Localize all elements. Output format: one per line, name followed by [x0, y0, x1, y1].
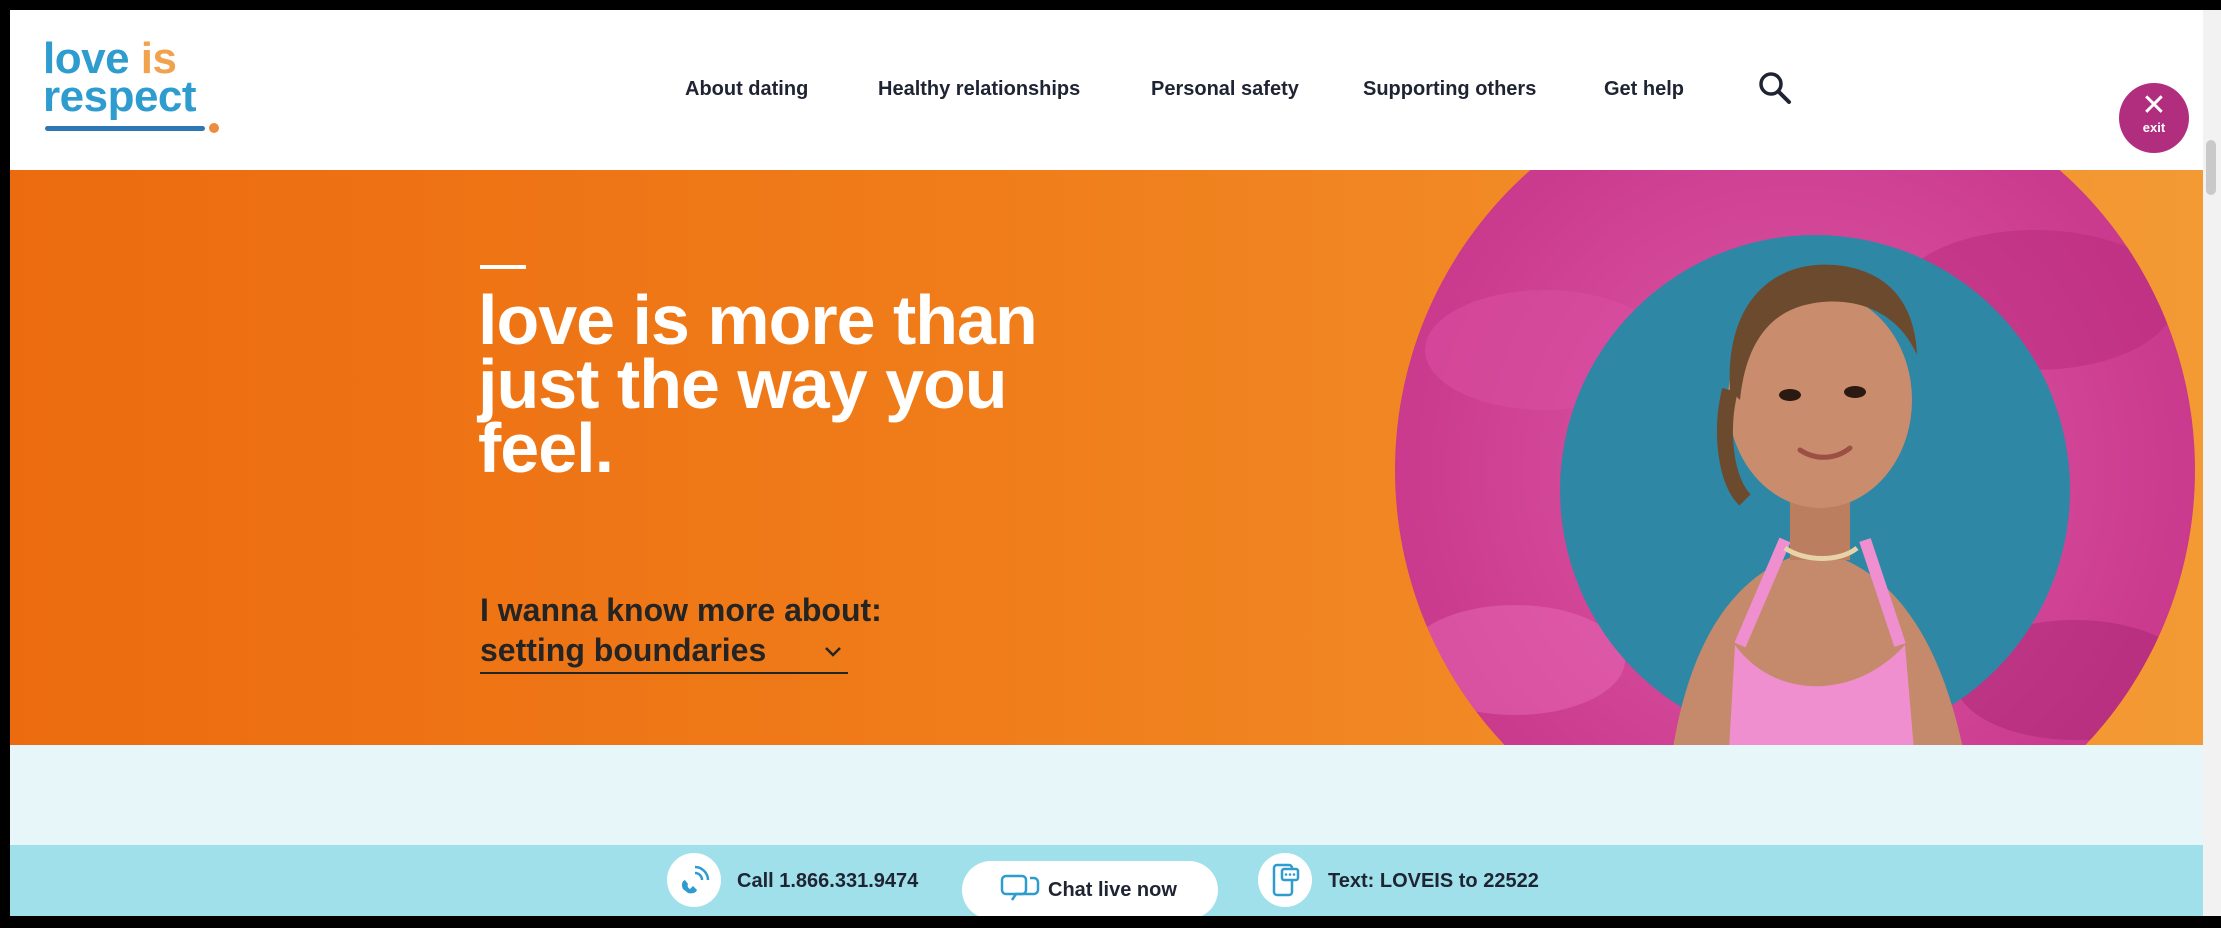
exit-label: exit	[2142, 120, 2166, 135]
nav-personal-safety[interactable]: Personal safety	[1151, 74, 1299, 104]
call-label: Call 1.866.331.9474	[737, 870, 919, 892]
nav-get-help[interactable]: Get help	[1604, 74, 1684, 104]
scrollbar-thumb[interactable]	[2206, 140, 2216, 195]
main-nav: About dating Healthy relationships Perso…	[0, 74, 2221, 104]
nav-healthy-relationships[interactable]: Healthy relationships	[878, 74, 1080, 104]
text-message-icon	[1258, 853, 1312, 907]
quick-exit-button[interactable]: ✕ exit	[2119, 83, 2189, 153]
content-strip	[10, 745, 2203, 845]
window-frame-top	[0, 0, 2221, 10]
search-icon[interactable]	[1757, 70, 1793, 106]
text-hotline-link[interactable]: Text: LOVEIS to 22522	[1258, 845, 1568, 916]
chat-bubble-icon	[1000, 874, 1040, 901]
chat-live-button[interactable]: Chat live now	[962, 861, 1218, 919]
topic-dropdown-value: setting boundaries	[480, 632, 767, 668]
window-frame-left	[0, 0, 10, 928]
chat-label: Chat live now	[1048, 879, 1177, 901]
close-icon: ✕	[2141, 89, 2167, 122]
hero-title: love is more than just the way you feel.	[478, 281, 1038, 487]
hero-prompt: I wanna know more about:	[480, 592, 882, 628]
nav-about-dating[interactable]: About dating	[685, 74, 808, 104]
phone-icon	[667, 853, 721, 907]
chevron-down-icon	[825, 647, 841, 657]
text-label: Text: LOVEIS to 22522	[1328, 870, 1539, 892]
nav-supporting-others[interactable]: Supporting others	[1363, 74, 1536, 104]
topic-dropdown[interactable]: setting boundaries	[480, 630, 848, 674]
hero-portrait-image	[1395, 170, 2195, 745]
hero-accent-dash	[480, 265, 526, 269]
window-frame-bottom	[0, 916, 2221, 928]
logo-dot	[209, 123, 219, 133]
hero-banner: love is more than just the way you feel.…	[10, 170, 2203, 745]
call-hotline-link[interactable]: Call 1.866.331.9474	[667, 845, 947, 916]
logo-underline	[45, 126, 205, 131]
